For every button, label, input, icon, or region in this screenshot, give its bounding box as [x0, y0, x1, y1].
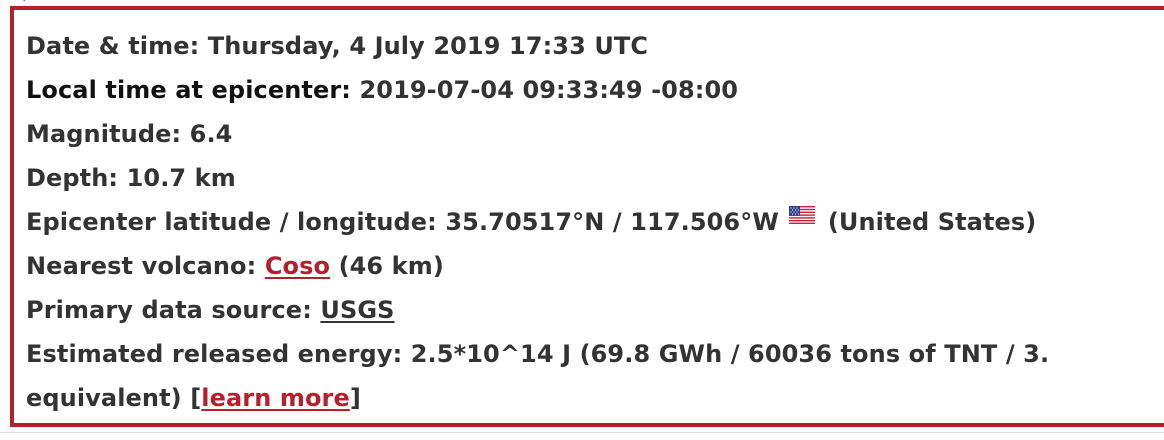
- us-flag-icon: [789, 206, 816, 224]
- datetime-row: Date & time: Thursday, 4 July 2019 17:33…: [26, 24, 1049, 68]
- energy-label: Estimated released energy:: [26, 340, 403, 368]
- data-source-link[interactable]: USGS: [320, 296, 394, 324]
- volcano-row: Nearest volcano: Coso (46 km): [26, 244, 1049, 288]
- learn-more-link[interactable]: learn more: [201, 384, 350, 412]
- energy-value: 2.5*10^14 J (69.8 GWh / 60036 tons of TN…: [410, 340, 1050, 368]
- depth-value: 10.7 km: [126, 164, 236, 192]
- energy-row: Estimated released energy: 2.5*10^14 J (…: [26, 332, 1049, 376]
- details-list: Date & time: Thursday, 4 July 2019 17:33…: [26, 24, 1049, 420]
- energy-suffix: ]: [349, 384, 361, 412]
- energy-value-continued: equivalent) [: [26, 384, 202, 412]
- local-time-row: Local time at epicenter: 2019-07-04 09:3…: [26, 68, 1049, 112]
- divider: [0, 432, 1164, 433]
- depth-label: Depth:: [26, 164, 119, 192]
- volcano-label: Nearest volcano:: [26, 252, 257, 280]
- epicenter-label: Epicenter latitude / longitude:: [26, 208, 437, 236]
- epicenter-country: (United States): [827, 208, 1037, 236]
- magnitude-label: Magnitude:: [26, 120, 182, 148]
- magnitude-value: 6.4: [189, 120, 233, 148]
- earthquake-details-box: Date & time: Thursday, 4 July 2019 17:33…: [10, 6, 1164, 427]
- local-time-label: Local time at epicenter:: [26, 76, 352, 104]
- magnitude-row: Magnitude: 6.4: [26, 112, 1049, 156]
- local-time-value: 2019-07-04 09:33:49 -08:00: [359, 76, 739, 104]
- datetime-label: Date & time:: [26, 32, 200, 60]
- datetime-value: Thursday, 4 July 2019 17:33 UTC: [207, 32, 649, 60]
- energy-row-continued: equivalent) [learn more]: [26, 376, 1049, 420]
- epicenter-row: Epicenter latitude / longitude: 35.70517…: [26, 200, 1049, 244]
- data-source-label: Primary data source:: [26, 296, 312, 324]
- volcano-link[interactable]: Coso: [265, 252, 330, 280]
- depth-row: Depth: 10.7 km: [26, 156, 1049, 200]
- epicenter-value: 35.70517°N / 117.506°W: [445, 208, 779, 236]
- volcano-distance: (46 km): [338, 252, 444, 280]
- data-source-row: Primary data source: USGS: [26, 288, 1049, 332]
